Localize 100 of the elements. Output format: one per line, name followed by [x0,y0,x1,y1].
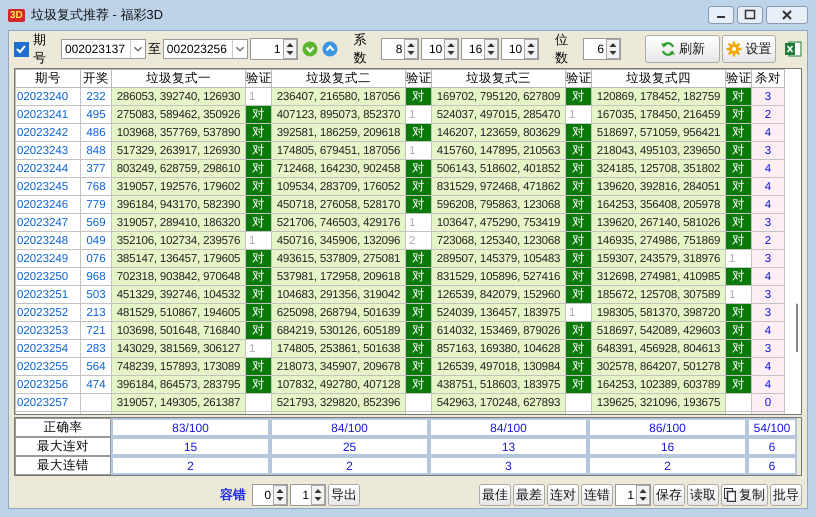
minimize-icon[interactable] [708,6,734,24]
table-cell: 174805, 679451, 187056 [272,142,406,160]
verify-cell: 对 [566,376,592,394]
table-cell: 723068, 125340, 123068 [432,232,566,250]
verify-cell: 对 [406,286,432,304]
spin-arrows-icon[interactable] [273,485,287,506]
spin-field[interactable]: 10 [421,38,460,60]
stat-value: 2 [111,456,270,476]
verify-cell: 对 [566,160,592,178]
spin-arrows-icon[interactable] [311,485,325,506]
dropdown-arrow-icon[interactable] [130,40,145,58]
spin-field[interactable]: 0 [252,484,288,506]
combo-field[interactable]: 002023137 [60,39,146,59]
spin-field[interactable]: 16 [461,38,500,60]
table-cell: 407123, 895073, 852370 [272,106,406,124]
table-cell: 312698, 274981, 410985 [592,268,726,286]
maximize-icon[interactable] [737,6,763,24]
spin-field[interactable]: 10 [501,38,540,60]
export-button[interactable]: 导出 [328,484,360,506]
verify-cell: 对 [566,142,592,160]
refresh-icon [660,41,676,57]
close-icon[interactable] [766,6,808,24]
spin-arrows-icon[interactable] [636,485,650,506]
app-logo: 3D [8,8,25,22]
spin-field[interactable]: 1 [290,484,326,506]
table-cell: 524039, 136457, 183975 [432,304,566,322]
spin-arrows-icon[interactable] [524,39,538,59]
verify-cell: 对 [406,322,432,340]
table-cell: 109534, 283709, 176052 [272,178,406,196]
spin-arrows-icon[interactable] [404,39,418,59]
mode-button[interactable]: 最差 [513,484,545,506]
table-cell: 02023246 [16,196,80,214]
table-cell: 02023255 [16,358,80,376]
table-cell: 236407, 216580, 187056 [272,88,406,106]
dropdown-arrow-icon[interactable] [232,40,247,58]
column-header: 垃圾复式二 [272,70,406,88]
stat-value: 25 [270,437,429,456]
spreadsheet-icon[interactable] [784,40,802,58]
action-button[interactable]: 保存 [653,484,685,506]
verify-cell: 1 [246,88,272,106]
table-cell: 169702, 795120, 627809 [432,88,566,106]
table-cell: 198305, 581370, 398720 [592,304,726,322]
verify-cell: 对 [726,88,752,106]
stat-value: 86/100 [588,418,747,438]
table-cell: 146935, 274986, 751869 [592,232,726,250]
verify-cell: 对 [406,304,432,322]
table-cell: 803249, 628759, 298610 [112,160,246,178]
table-cell: 02023254 [16,340,80,358]
table-cell: 518697, 571059, 956421 [592,124,726,142]
table-cell: 02023240 [16,88,80,106]
settings-button[interactable]: 设置 [722,35,776,63]
spin-field[interactable]: 6 [583,38,622,60]
verify-cell: 对 [246,358,272,376]
column-header: 垃圾复式三 [432,70,566,88]
table-cell: 3 [752,142,784,160]
spin-arrows-icon[interactable] [282,39,297,59]
spin-field[interactable]: 1 [250,38,298,60]
table-cell: 103647, 475290, 753419 [432,214,566,232]
checkbox[interactable] [14,42,29,56]
down-icon[interactable] [302,41,318,57]
table-cell: 185672, 125708, 307589 [592,286,726,304]
stat-value: 84/100 [429,418,588,438]
action-button[interactable]: 复制 [721,484,768,506]
table-cell: 392581, 186259, 209618 [272,124,406,142]
spin-field[interactable]: 1 [615,484,651,506]
combo-field[interactable]: 002023256 [162,39,248,59]
spin-arrows-icon[interactable] [444,39,458,59]
table-cell: 521793, 329820, 852396 [272,394,406,412]
verify-cell: 对 [406,196,432,214]
mode-button[interactable]: 连错 [581,484,613,506]
verify-cell: 对 [406,88,432,106]
stat-label: 正确率 [15,418,111,438]
verify-cell: 对 [726,358,752,376]
verify-cell: 1 [246,340,272,358]
verify-cell: 1 [406,214,432,232]
window-title: 垃圾复式推荐 - 福彩3D [30,6,163,24]
up-icon[interactable] [322,41,338,57]
table-cell: 2 [752,106,784,124]
verify-cell: 1 [406,106,432,124]
verify-cell: 对 [406,268,432,286]
table-cell: 289507, 145379, 105483 [432,250,566,268]
verify-cell: 对 [566,196,592,214]
verify-cell: 对 [726,124,752,142]
mode-button[interactable]: 最佳 [479,484,511,506]
verify-cell: 对 [246,268,272,286]
action-button[interactable]: 读取 [687,484,719,506]
action-button[interactable]: 批导 [770,484,802,506]
spin-field[interactable]: 8 [381,38,420,60]
verify-cell: 对 [566,250,592,268]
spin-arrows-icon[interactable] [484,39,498,59]
column-header: 垃圾复式一 [112,70,246,88]
verify-cell: 对 [406,340,432,358]
verify-cell: 对 [246,322,272,340]
verify-cell: 对 [566,286,592,304]
spin-arrows-icon[interactable] [606,39,620,59]
refresh-button[interactable]: 刷新 [645,35,720,63]
table-cell: 02023249 [16,250,80,268]
table-cell: 4 [752,268,784,286]
mode-button[interactable]: 连对 [547,484,579,506]
table-cell: 174805, 253861, 501638 [272,340,406,358]
